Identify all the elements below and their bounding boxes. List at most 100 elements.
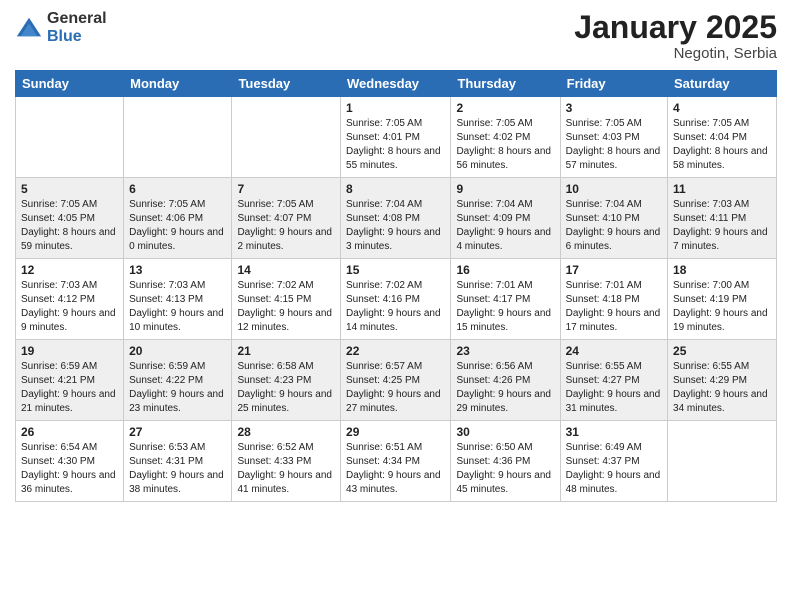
day-detail: Sunrise: 6:59 AM Sunset: 4:21 PM Dayligh… [21, 360, 118, 416]
day-number: 3 [566, 101, 662, 115]
day-number: 25 [673, 344, 771, 358]
calendar-cell: 27 Sunrise: 6:53 AM Sunset: 4:31 PM Dayli… [124, 421, 232, 502]
day-detail: Sunrise: 7:05 AM Sunset: 4:07 PM Dayligh… [237, 198, 335, 254]
calendar-cell: 31Sunrise: 6:49 AM Sunset: 4:37 PM Dayli… [560, 421, 667, 502]
day-detail: Sunrise: 7:04 AM Sunset: 4:10 PM Dayligh… [566, 198, 662, 254]
calendar-cell: 13 Sunrise: 7:03 AM Sunset: 4:13 PM Dayli… [124, 259, 232, 340]
week-row-4: 19 Sunrise: 6:59 AM Sunset: 4:21 PM Dayli… [16, 340, 777, 421]
day-detail: Sunrise: 7:05 AM Sunset: 4:04 PM Dayligh… [673, 117, 771, 173]
calendar-cell [16, 97, 124, 178]
day-number: 28 [237, 425, 335, 439]
day-detail: Sunrise: 7:01 AM Sunset: 4:18 PM Dayligh… [566, 279, 662, 335]
weekday-header-monday: Monday [124, 71, 232, 97]
logo-blue-text: Blue [47, 28, 107, 46]
weekday-header-sunday: Sunday [16, 71, 124, 97]
day-number: 9 [456, 182, 554, 196]
calendar-cell: 10 Sunrise: 7:04 AM Sunset: 4:10 PM Dayli… [560, 178, 667, 259]
day-detail: Sunrise: 7:05 AM Sunset: 4:05 PM Dayligh… [21, 198, 118, 254]
weekday-header-row: SundayMondayTuesdayWednesdayThursdayFrid… [16, 71, 777, 97]
day-detail: Sunrise: 7:05 AM Sunset: 4:02 PM Dayligh… [456, 117, 554, 173]
day-number: 7 [237, 182, 335, 196]
day-number: 31 [566, 425, 662, 439]
calendar-cell: 19 Sunrise: 6:59 AM Sunset: 4:21 PM Dayli… [16, 340, 124, 421]
day-number: 26 [21, 425, 118, 439]
day-detail: Sunrise: 6:53 AM Sunset: 4:31 PM Dayligh… [129, 441, 226, 497]
calendar-cell: 2 Sunrise: 7:05 AM Sunset: 4:02 PM Daylig… [451, 97, 560, 178]
day-number: 18 [673, 263, 771, 277]
day-number: 10 [566, 182, 662, 196]
day-detail: Sunrise: 6:56 AM Sunset: 4:26 PM Dayligh… [456, 360, 554, 416]
logo-text: General Blue [47, 10, 107, 45]
day-detail: Sunrise: 7:05 AM Sunset: 4:01 PM Dayligh… [346, 117, 445, 173]
day-number: 24 [566, 344, 662, 358]
calendar-cell: 3 Sunrise: 7:05 AM Sunset: 4:03 PM Daylig… [560, 97, 667, 178]
calendar-cell: 8 Sunrise: 7:04 AM Sunset: 4:08 PM Daylig… [341, 178, 451, 259]
day-number: 21 [237, 344, 335, 358]
weekday-header-tuesday: Tuesday [232, 71, 341, 97]
day-detail: Sunrise: 7:03 AM Sunset: 4:12 PM Dayligh… [21, 279, 118, 335]
calendar-cell: 9 Sunrise: 7:04 AM Sunset: 4:09 PM Daylig… [451, 178, 560, 259]
day-number: 19 [21, 344, 118, 358]
calendar-cell: 4 Sunrise: 7:05 AM Sunset: 4:04 PM Daylig… [668, 97, 777, 178]
header: General Blue January 2025 Negotin, Serbi… [15, 10, 777, 62]
day-detail: Sunrise: 7:00 AM Sunset: 4:19 PM Dayligh… [673, 279, 771, 335]
day-number: 4 [673, 101, 771, 115]
day-detail: Sunrise: 6:55 AM Sunset: 4:29 PM Dayligh… [673, 360, 771, 416]
day-number: 16 [456, 263, 554, 277]
day-number: 1 [346, 101, 445, 115]
day-detail: Sunrise: 7:04 AM Sunset: 4:09 PM Dayligh… [456, 198, 554, 254]
calendar-cell: 14 Sunrise: 7:02 AM Sunset: 4:15 PM Dayli… [232, 259, 341, 340]
weekday-header-thursday: Thursday [451, 71, 560, 97]
day-number: 11 [673, 182, 771, 196]
calendar-cell: 18 Sunrise: 7:00 AM Sunset: 4:19 PM Dayli… [668, 259, 777, 340]
day-detail: Sunrise: 7:03 AM Sunset: 4:11 PM Dayligh… [673, 198, 771, 254]
month-title: January 2025 [574, 10, 777, 45]
day-number: 30 [456, 425, 554, 439]
day-detail: Sunrise: 6:59 AM Sunset: 4:22 PM Dayligh… [129, 360, 226, 416]
calendar-cell: 28 Sunrise: 6:52 AM Sunset: 4:33 PM Dayli… [232, 421, 341, 502]
day-detail: Sunrise: 7:02 AM Sunset: 4:15 PM Dayligh… [237, 279, 335, 335]
weekday-header-friday: Friday [560, 71, 667, 97]
day-number: 17 [566, 263, 662, 277]
calendar-cell: 7 Sunrise: 7:05 AM Sunset: 4:07 PM Daylig… [232, 178, 341, 259]
day-number: 6 [129, 182, 226, 196]
day-number: 29 [346, 425, 445, 439]
calendar-cell: 30Sunrise: 6:50 AM Sunset: 4:36 PM Dayli… [451, 421, 560, 502]
calendar-cell [232, 97, 341, 178]
calendar-cell: 21Sunrise: 6:58 AM Sunset: 4:23 PM Dayli… [232, 340, 341, 421]
page: General Blue January 2025 Negotin, Serbi… [0, 0, 792, 517]
week-row-3: 12 Sunrise: 7:03 AM Sunset: 4:12 PM Dayli… [16, 259, 777, 340]
day-number: 8 [346, 182, 445, 196]
day-number: 2 [456, 101, 554, 115]
day-detail: Sunrise: 7:04 AM Sunset: 4:08 PM Dayligh… [346, 198, 445, 254]
day-number: 22 [346, 344, 445, 358]
logo: General Blue [15, 10, 107, 45]
week-row-2: 5Sunrise: 7:05 AM Sunset: 4:05 PM Daylig… [16, 178, 777, 259]
calendar-cell: 15 Sunrise: 7:02 AM Sunset: 4:16 PM Dayli… [341, 259, 451, 340]
day-detail: Sunrise: 6:52 AM Sunset: 4:33 PM Dayligh… [237, 441, 335, 497]
week-row-1: 1 Sunrise: 7:05 AM Sunset: 4:01 PM Daylig… [16, 97, 777, 178]
calendar-cell: 6 Sunrise: 7:05 AM Sunset: 4:06 PM Daylig… [124, 178, 232, 259]
calendar-cell: 24 Sunrise: 6:55 AM Sunset: 4:27 PM Dayli… [560, 340, 667, 421]
calendar-cell: 11 Sunrise: 7:03 AM Sunset: 4:11 PM Dayli… [668, 178, 777, 259]
logo-general-text: General [47, 10, 107, 28]
calendar-cell: 1 Sunrise: 7:05 AM Sunset: 4:01 PM Daylig… [341, 97, 451, 178]
day-number: 23 [456, 344, 554, 358]
day-detail: Sunrise: 7:03 AM Sunset: 4:13 PM Dayligh… [129, 279, 226, 335]
calendar-cell: 12 Sunrise: 7:03 AM Sunset: 4:12 PM Dayli… [16, 259, 124, 340]
day-number: 14 [237, 263, 335, 277]
day-detail: Sunrise: 6:55 AM Sunset: 4:27 PM Dayligh… [566, 360, 662, 416]
calendar-cell: 5Sunrise: 7:05 AM Sunset: 4:05 PM Daylig… [16, 178, 124, 259]
calendar-cell: 23 Sunrise: 6:56 AM Sunset: 4:26 PM Dayli… [451, 340, 560, 421]
day-detail: Sunrise: 7:02 AM Sunset: 4:16 PM Dayligh… [346, 279, 445, 335]
day-number: 15 [346, 263, 445, 277]
calendar-cell [668, 421, 777, 502]
day-number: 20 [129, 344, 226, 358]
day-number: 12 [21, 263, 118, 277]
day-detail: Sunrise: 7:05 AM Sunset: 4:03 PM Dayligh… [566, 117, 662, 173]
day-number: 13 [129, 263, 226, 277]
day-number: 27 [129, 425, 226, 439]
day-detail: Sunrise: 7:05 AM Sunset: 4:06 PM Dayligh… [129, 198, 226, 254]
calendar-cell: 17 Sunrise: 7:01 AM Sunset: 4:18 PM Dayli… [560, 259, 667, 340]
day-detail: Sunrise: 7:01 AM Sunset: 4:17 PM Dayligh… [456, 279, 554, 335]
